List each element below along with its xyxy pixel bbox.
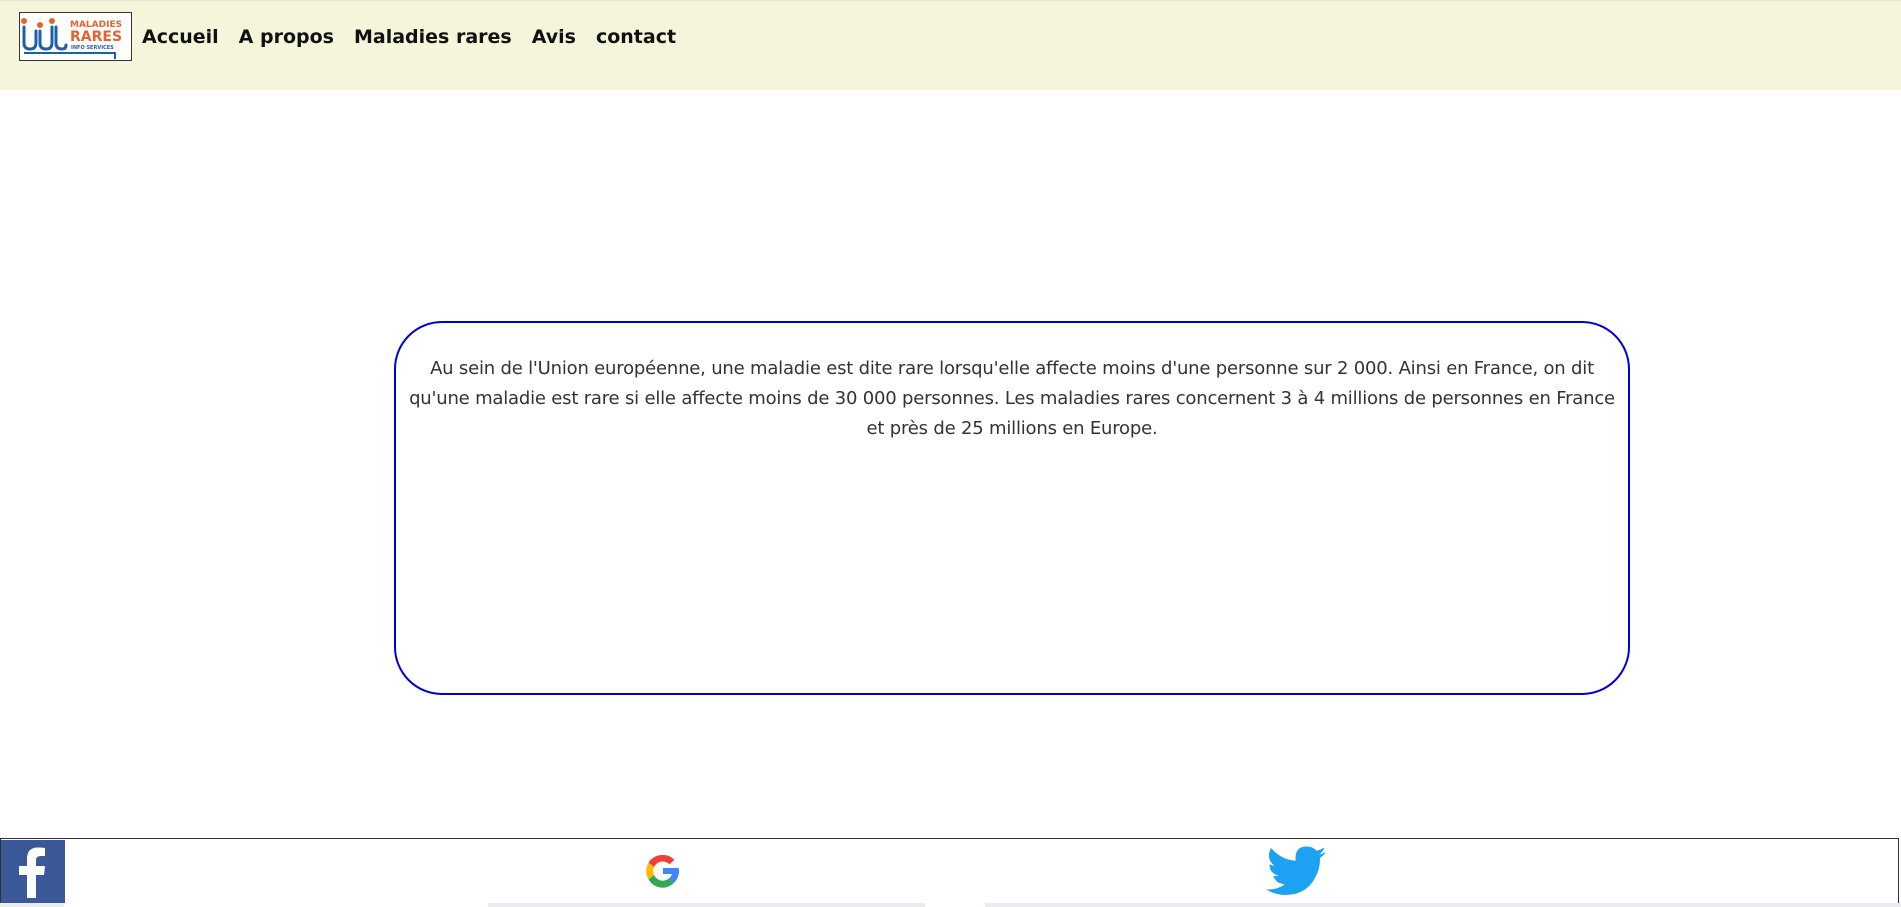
bottom-scroll-strip bbox=[0, 903, 1901, 907]
page: MALADIES RARES INFO SERVICES Accueil A p… bbox=[0, 0, 1901, 907]
nav-link-contact[interactable]: contact bbox=[596, 26, 676, 48]
logo-text-line2: RARES bbox=[70, 29, 122, 45]
site-footer bbox=[0, 838, 1899, 904]
logo-graphic: MALADIES RARES INFO SERVICES bbox=[21, 18, 122, 59]
info-box: Au sein de l'Union européenne, une malad… bbox=[394, 321, 1630, 695]
strip-segment bbox=[64, 903, 488, 907]
logo-text-line3: INFO SERVICES bbox=[71, 45, 114, 51]
google-icon[interactable] bbox=[641, 849, 685, 893]
nav-link-avis[interactable]: Avis bbox=[532, 26, 576, 48]
nav-link-maladies-rares[interactable]: Maladies rares bbox=[354, 26, 512, 48]
site-logo[interactable]: MALADIES RARES INFO SERVICES bbox=[19, 12, 132, 61]
main-nav: Accueil A propos Maladies rares Avis con… bbox=[142, 26, 696, 48]
site-header: MALADIES RARES INFO SERVICES Accueil A p… bbox=[0, 0, 1901, 90]
strip-segment bbox=[925, 903, 985, 907]
facebook-icon[interactable] bbox=[1, 840, 65, 904]
info-text: Au sein de l'Union européenne, une malad… bbox=[409, 358, 1615, 439]
nav-link-accueil[interactable]: Accueil bbox=[142, 26, 219, 48]
nav-link-a-propos[interactable]: A propos bbox=[239, 26, 334, 48]
twitter-icon[interactable] bbox=[1266, 845, 1328, 900]
